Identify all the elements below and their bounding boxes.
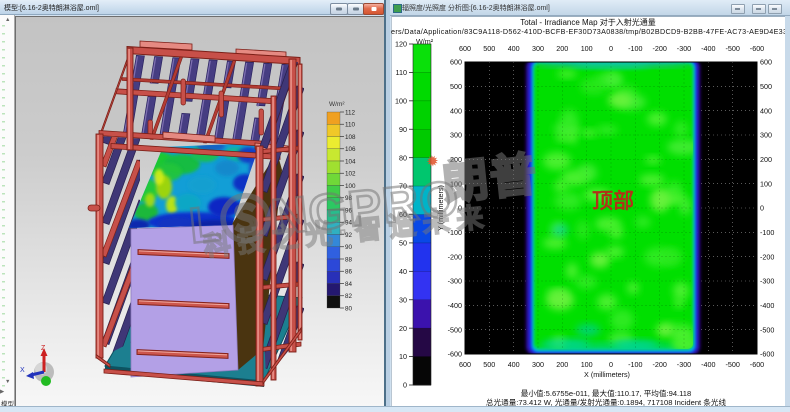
svg-text:400: 400 — [450, 106, 462, 115]
svg-text:200: 200 — [450, 155, 462, 164]
svg-text:200: 200 — [556, 360, 568, 369]
svg-text:-400: -400 — [448, 301, 462, 310]
svg-text:100: 100 — [345, 183, 356, 190]
svg-text:400: 400 — [508, 44, 520, 53]
svg-text:102: 102 — [345, 171, 356, 178]
svg-text:Z: Z — [41, 345, 46, 352]
svg-text:0: 0 — [458, 204, 462, 213]
svg-text:-200: -200 — [448, 252, 462, 261]
svg-text:500: 500 — [483, 360, 495, 369]
svg-text:40: 40 — [399, 267, 407, 276]
svg-text:0: 0 — [609, 360, 613, 369]
svg-text:300: 300 — [450, 131, 462, 140]
svg-text:110: 110 — [396, 68, 407, 77]
svg-text:400: 400 — [760, 106, 772, 115]
svg-text:96: 96 — [345, 207, 353, 214]
svg-text:104: 104 — [345, 158, 356, 165]
svg-text:X (millimeters): X (millimeters) — [584, 370, 630, 379]
svg-text:-500: -500 — [760, 325, 774, 334]
svg-text:-200: -200 — [653, 360, 667, 369]
svg-text:0: 0 — [609, 44, 613, 53]
svg-text:98: 98 — [345, 195, 353, 202]
svg-text:600: 600 — [459, 360, 471, 369]
svg-text:92: 92 — [345, 232, 353, 239]
svg-text:-100: -100 — [448, 228, 462, 237]
svg-text:300: 300 — [760, 131, 772, 140]
svg-text:600: 600 — [760, 58, 772, 67]
svg-text:-400: -400 — [701, 360, 715, 369]
svg-text:300: 300 — [532, 44, 544, 53]
svg-text:400: 400 — [508, 360, 520, 369]
svg-text:-100: -100 — [628, 360, 642, 369]
svg-text:500: 500 — [483, 44, 495, 53]
svg-text:0: 0 — [403, 381, 407, 390]
svg-text:顶部: 顶部 — [592, 189, 634, 213]
svg-text:500: 500 — [760, 82, 772, 91]
svg-text:Total - Irradiance Map 对于入射光通量: Total - Irradiance Map 对于入射光通量 — [520, 17, 656, 27]
svg-text:80: 80 — [399, 153, 407, 162]
svg-text:86: 86 — [345, 269, 353, 276]
svg-text:-300: -300 — [677, 360, 691, 369]
svg-text:Y (millimeters): Y (millimeters) — [436, 185, 445, 231]
svg-text:X: X — [20, 367, 25, 374]
svg-text:100: 100 — [581, 44, 593, 53]
svg-text:30: 30 — [399, 295, 407, 304]
svg-text:500: 500 — [450, 82, 462, 91]
svg-text:94: 94 — [345, 220, 353, 227]
svg-text:82: 82 — [345, 293, 353, 300]
svg-text:-500: -500 — [448, 325, 462, 334]
svg-text:-600: -600 — [760, 350, 774, 359]
svg-text:0: 0 — [760, 204, 764, 213]
svg-text:-600: -600 — [750, 44, 764, 53]
svg-text:108: 108 — [345, 134, 356, 141]
svg-text:100: 100 — [450, 179, 462, 188]
svg-text:110: 110 — [345, 122, 356, 129]
svg-text:88: 88 — [345, 256, 353, 263]
svg-text:-400: -400 — [701, 44, 715, 53]
svg-text:-500: -500 — [726, 360, 740, 369]
svg-text:-300: -300 — [448, 277, 462, 286]
svg-text:W/m²: W/m² — [329, 101, 345, 108]
svg-text:50: 50 — [399, 239, 407, 248]
svg-text:60: 60 — [399, 210, 407, 219]
svg-text:90: 90 — [399, 125, 407, 134]
svg-text:200: 200 — [556, 44, 568, 53]
svg-text:-200: -200 — [760, 252, 774, 261]
svg-text:最小值:5.6755e-011, 最大值:110.17, 平: 最小值:5.6755e-011, 最大值:110.17, 平均值:94.118 — [521, 388, 692, 398]
svg-text:120: 120 — [395, 40, 407, 49]
svg-text:-300: -300 — [760, 277, 774, 286]
svg-text:20: 20 — [399, 324, 407, 333]
svg-text:100: 100 — [581, 360, 593, 369]
svg-text:90: 90 — [345, 244, 353, 251]
svg-text:-400: -400 — [760, 301, 774, 310]
svg-text:84: 84 — [345, 281, 353, 288]
svg-text:600: 600 — [459, 44, 471, 53]
svg-text:100: 100 — [760, 179, 772, 188]
svg-text:-100: -100 — [628, 44, 642, 53]
svg-text:106: 106 — [345, 146, 356, 153]
svg-text:-100: -100 — [760, 228, 774, 237]
svg-text:-300: -300 — [677, 44, 691, 53]
svg-text:200: 200 — [760, 155, 772, 164]
svg-text:300: 300 — [532, 360, 544, 369]
svg-text:-500: -500 — [726, 44, 740, 53]
svg-text:100: 100 — [395, 96, 407, 105]
svg-text:70: 70 — [399, 182, 407, 191]
svg-text:-600: -600 — [448, 350, 462, 359]
svg-text:-600: -600 — [750, 360, 764, 369]
svg-text:600: 600 — [450, 58, 462, 67]
svg-text:10: 10 — [399, 352, 407, 361]
svg-text:80: 80 — [345, 305, 353, 312]
svg-text:ers/Data/Application/83C9A118-: ers/Data/Application/83C9A118-D562-410D-… — [391, 27, 787, 36]
svg-text:-200: -200 — [653, 44, 667, 53]
svg-text:112: 112 — [345, 109, 356, 116]
